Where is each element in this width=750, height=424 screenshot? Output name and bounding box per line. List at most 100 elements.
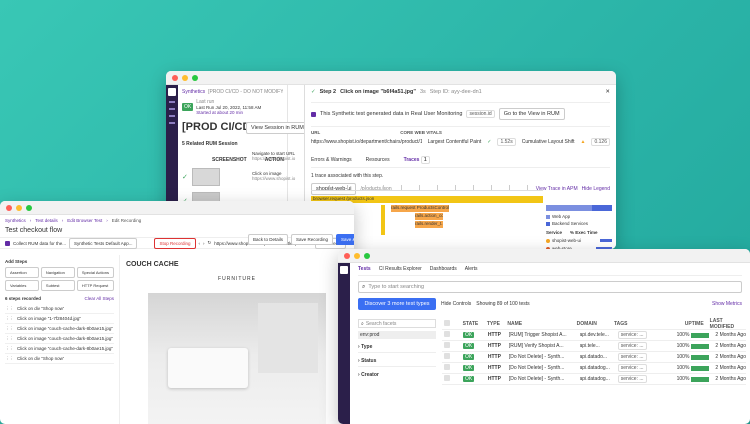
- list-item[interactable]: ⋮⋮ Click on image "couch-cache-dark-8b0ae…: [5, 334, 114, 344]
- drag-handle-icon[interactable]: ⋮⋮: [5, 356, 14, 362]
- test-tag[interactable]: service: ...: [617, 331, 647, 339]
- test-tag[interactable]: service: ...: [617, 342, 647, 350]
- nav-dashboard-icon[interactable]: [169, 108, 175, 110]
- span-rails-action[interactable]: rails.action_co...: [415, 213, 443, 220]
- close-window-button[interactable]: [172, 74, 178, 81]
- view-session-button[interactable]: View Session in RUM: [246, 122, 309, 134]
- test-name[interactable]: [Do Not Delete] - Synth...: [509, 354, 580, 360]
- save-recording-button[interactable]: Save Recording: [291, 234, 334, 245]
- test-tag[interactable]: service: ...: [617, 364, 647, 372]
- col-domain[interactable]: DOMAIN: [577, 321, 614, 327]
- checkbox[interactable]: [444, 342, 450, 348]
- minimize-window-button[interactable]: [16, 204, 22, 211]
- tab-errors[interactable]: Errors & Warnings: [311, 157, 352, 163]
- table-row[interactable]: OK HTTP [Do Not Delete] - Synth... api.data…: [442, 352, 746, 363]
- minimize-window-button[interactable]: [354, 252, 360, 259]
- recorded-page-preview[interactable]: COUCH CACHE FURNITURE: [120, 255, 354, 424]
- datadog-logo-icon[interactable]: [168, 88, 176, 96]
- search-input[interactable]: Type to start searching: [368, 284, 424, 290]
- col-last-modified[interactable]: LAST MODIFIED: [704, 318, 746, 330]
- list-item[interactable]: ⋮⋮ Click on div "Shop now": [5, 304, 114, 314]
- table-row[interactable]: OK HTTP [Do Not Delete] - Synth... api.data…: [442, 374, 746, 385]
- drag-handle-icon[interactable]: ⋮⋮: [5, 316, 14, 322]
- product-photo[interactable]: [148, 293, 326, 424]
- nav-apm-icon[interactable]: [169, 122, 175, 124]
- test-tag[interactable]: service: ...: [617, 353, 647, 361]
- list-item[interactable]: ⋮⋮ Click on div "Shop now": [5, 354, 114, 364]
- table-row[interactable]: OK HTTP [Do Not Delete] - Synth... api.data…: [442, 363, 746, 374]
- col-type[interactable]: TYPE: [487, 321, 508, 327]
- back-icon[interactable]: ‹: [199, 241, 201, 246]
- tab-tests[interactable]: Tests: [358, 266, 371, 272]
- test-name[interactable]: [Do Not Delete] - Synth...: [509, 365, 580, 371]
- maximize-window-button[interactable]: [364, 252, 370, 259]
- step-type-special[interactable]: Special Actions: [76, 267, 114, 278]
- facet-status[interactable]: › Status: [358, 358, 436, 367]
- close-window-button[interactable]: [6, 204, 12, 211]
- tab-dashboards[interactable]: Dashboards: [430, 266, 457, 272]
- step-type-navigation[interactable]: Navigation: [40, 267, 75, 278]
- checkbox[interactable]: [444, 353, 450, 359]
- col-uptime[interactable]: UPTIME: [666, 321, 704, 327]
- test-name[interactable]: [Do Not Delete] - Synth...: [509, 376, 580, 382]
- breadcrumb-item[interactable]: Test details: [35, 218, 58, 223]
- facet-search[interactable]: ⌕ Search facets: [358, 319, 436, 328]
- url-value[interactable]: https://www.shopist.io/department/chairs…: [311, 139, 422, 145]
- checkbox[interactable]: [444, 331, 450, 337]
- hide-controls-toggle[interactable]: Hide Controls: [441, 301, 471, 307]
- breadcrumb-link[interactable]: Synthetics: [182, 89, 205, 95]
- discover-tests-button[interactable]: Discover 3 more test types: [358, 298, 436, 310]
- close-icon[interactable]: ✕: [605, 89, 610, 95]
- col-tags[interactable]: TAGS: [614, 321, 666, 327]
- checkbox[interactable]: [444, 320, 450, 326]
- checkbox[interactable]: [444, 375, 450, 381]
- nav-monitors-icon[interactable]: [169, 115, 175, 117]
- facet-env[interactable]: env:prod: [358, 331, 436, 339]
- rum-app-select[interactable]: Synthetic Tests Default App...: [69, 237, 138, 249]
- step-screenshot[interactable]: [191, 168, 220, 186]
- facet-creator[interactable]: › Creator: [358, 372, 436, 378]
- list-item[interactable]: ⋮⋮ Click on image "couch-cache-dark-8b0ae…: [5, 344, 114, 354]
- col-state[interactable]: STATE: [463, 321, 487, 327]
- drag-handle-icon[interactable]: ⋮⋮: [5, 326, 14, 332]
- hide-legend-link[interactable]: Hide Legend: [582, 186, 610, 192]
- back-to-details-button[interactable]: Back to Details: [248, 234, 289, 245]
- list-item[interactable]: ⋮⋮ Click on image "couch-cache-dark-8b0ae…: [5, 324, 114, 334]
- list-item[interactable]: ⋮⋮ Click on image "1-7f28404d.jpg": [5, 314, 114, 324]
- breadcrumb-item[interactable]: Synthetics: [5, 218, 26, 223]
- checkbox[interactable]: [444, 364, 450, 370]
- drag-handle-icon[interactable]: ⋮⋮: [5, 346, 14, 352]
- drag-handle-icon[interactable]: ⋮⋮: [5, 336, 14, 342]
- span-rails-request[interactable]: rails.request ProductsController: [391, 205, 449, 212]
- step-type-variables[interactable]: Variables: [5, 280, 39, 291]
- refresh-icon[interactable]: ↻: [208, 240, 212, 246]
- tab-resources[interactable]: Resources: [366, 157, 390, 163]
- datadog-logo-icon[interactable]: [340, 266, 348, 274]
- tab-alerts[interactable]: Alerts: [465, 266, 478, 272]
- search-bar[interactable]: ⌕ Type to start searching: [358, 281, 742, 293]
- test-tag[interactable]: service: ...: [617, 375, 647, 383]
- facet-type[interactable]: › Type: [358, 344, 436, 353]
- nav-search-icon[interactable]: [169, 101, 175, 103]
- view-in-rum-button[interactable]: Go to the View in RUM: [498, 108, 565, 120]
- forward-icon[interactable]: ›: [203, 241, 205, 246]
- show-metrics-link[interactable]: Show Metrics: [712, 301, 742, 307]
- minimize-window-button[interactable]: [182, 74, 188, 81]
- table-row[interactable]: OK HTTP [RUM] Verify Shopist A... api.tele.…: [442, 341, 746, 352]
- clear-steps-link[interactable]: Clear All Steps: [84, 296, 114, 301]
- table-row[interactable]: OK HTTP [RUM] Trigger Shopist A... api.dev.…: [442, 330, 746, 341]
- step-type-assertion[interactable]: Assertion: [5, 267, 39, 278]
- span-rails-render[interactable]: rails.render_t...: [415, 221, 443, 228]
- checkbox[interactable]: [5, 240, 10, 246]
- close-window-button[interactable]: [344, 252, 350, 259]
- tab-ci-results[interactable]: CI Results Explorer: [379, 266, 422, 272]
- tab-traces[interactable]: Traces 1: [404, 156, 430, 164]
- maximize-window-button[interactable]: [192, 74, 198, 81]
- drag-handle-icon[interactable]: ⋮⋮: [5, 306, 14, 312]
- test-name[interactable]: [RUM] Verify Shopist A...: [509, 343, 580, 349]
- step-type-http[interactable]: HTTP Request: [76, 280, 114, 291]
- maximize-window-button[interactable]: [26, 204, 32, 211]
- col-name[interactable]: NAME: [507, 321, 576, 327]
- step-type-subtest[interactable]: Subtest: [40, 280, 75, 291]
- breadcrumb-item[interactable]: Edit Browser Test: [67, 218, 102, 223]
